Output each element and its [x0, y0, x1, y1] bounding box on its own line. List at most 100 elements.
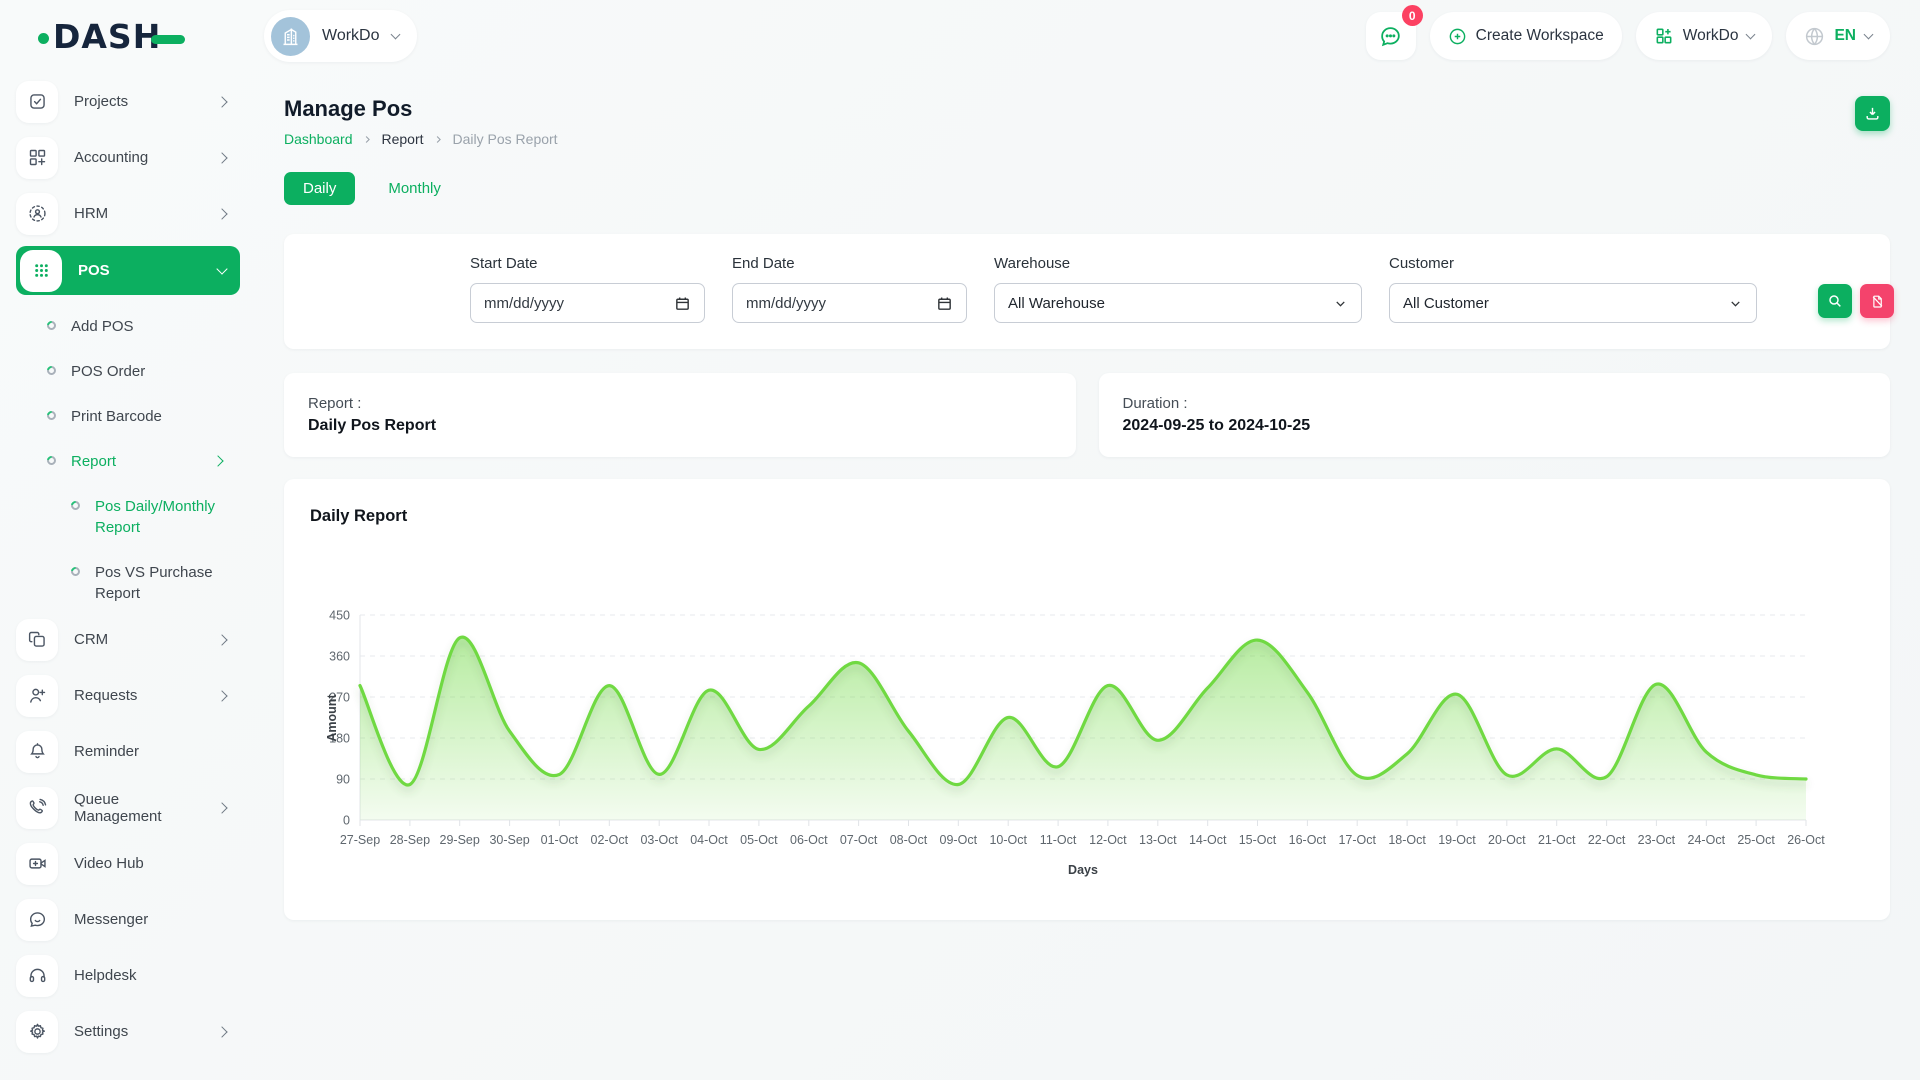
- end-date-field: End Date mm/dd/yyyy: [732, 255, 967, 323]
- customer-field: Customer All Customer: [1389, 255, 1757, 323]
- search-button[interactable]: [1818, 284, 1852, 318]
- phone-call-icon: [16, 787, 58, 829]
- sidebar-item-requests[interactable]: Requests: [16, 672, 240, 719]
- svg-text:01-Oct: 01-Oct: [541, 833, 579, 847]
- messages-button[interactable]: 0: [1366, 12, 1416, 60]
- sidebar-item-label: Reminder: [74, 743, 230, 760]
- end-date-input[interactable]: mm/dd/yyyy: [732, 283, 967, 323]
- sidebar-subitem-label: Print Barcode: [71, 406, 236, 427]
- notification-badge: 0: [1402, 5, 1423, 26]
- sidebar-item-pos-vs-purchase-report[interactable]: Pos VS Purchase Report: [16, 550, 264, 616]
- sidebar-item-reminder[interactable]: Reminder: [16, 728, 240, 775]
- breadcrumb-dashboard[interactable]: Dashboard: [284, 131, 353, 147]
- sidebar-item-print-barcode[interactable]: Print Barcode: [16, 394, 264, 439]
- warehouse-select[interactable]: All Warehouse: [994, 283, 1362, 323]
- reset-button[interactable]: [1860, 284, 1894, 318]
- chevron-right-icon: [212, 455, 223, 466]
- sidebar-item-hrm[interactable]: HRM: [16, 190, 240, 237]
- sidebar-item-queue-management[interactable]: Queue Management: [16, 784, 240, 831]
- sidebar-item-pos-daily-monthly-report[interactable]: Pos Daily/Monthly Report: [16, 484, 264, 550]
- report-mode-tabs: Daily Monthly: [284, 172, 1890, 205]
- warehouse-label: Warehouse: [994, 255, 1362, 272]
- sidebar: Projects Accounting HRM POS Add POSPOS Order…: [0, 72, 264, 1080]
- download-button[interactable]: [1855, 96, 1890, 131]
- warehouse-value: All Warehouse: [1008, 295, 1333, 312]
- sidebar-item-projects[interactable]: Projects: [16, 78, 240, 125]
- chevron-down-icon: [1864, 29, 1874, 39]
- svg-text:21-Oct: 21-Oct: [1538, 833, 1576, 847]
- start-date-input[interactable]: mm/dd/yyyy: [470, 283, 705, 323]
- dash-logo[interactable]: DASH: [38, 17, 264, 56]
- tab-monthly[interactable]: Monthly: [369, 172, 460, 205]
- sidebar-item-pos[interactable]: POS: [16, 246, 240, 295]
- end-date-label: End Date: [732, 255, 967, 272]
- sidebar-item-pos-order[interactable]: POS Order: [16, 349, 264, 394]
- y-axis-title: Amount: [325, 694, 339, 742]
- sidebar-item-label: Helpdesk: [74, 967, 230, 984]
- chevron-down-icon: [216, 263, 227, 274]
- end-date-placeholder: mm/dd/yyyy: [746, 295, 936, 312]
- sidebar-item-report[interactable]: Report: [16, 439, 264, 484]
- chart-card: Daily Report 09018027036045027-Sep28-Sep…: [284, 479, 1890, 920]
- svg-text:26-Oct: 26-Oct: [1787, 833, 1825, 847]
- checkbox-icon: [16, 81, 58, 123]
- svg-text:90: 90: [336, 773, 350, 787]
- sidebar-item-label: Settings: [74, 1023, 202, 1040]
- sidebar-item-label: Accounting: [74, 149, 202, 166]
- sidebar-item-label: Video Hub: [74, 855, 230, 872]
- breadcrumb-daily-pos-report: Daily Pos Report: [453, 131, 558, 147]
- language-selector[interactable]: EN: [1786, 12, 1890, 60]
- headset-icon: [16, 955, 58, 997]
- svg-text:19-Oct: 19-Oct: [1438, 833, 1476, 847]
- sidebar-item-accounting[interactable]: Accounting: [16, 134, 240, 181]
- calendar-icon: [936, 295, 953, 312]
- bullet-icon: [69, 565, 82, 578]
- svg-text:02-Oct: 02-Oct: [591, 833, 629, 847]
- customer-value: All Customer: [1403, 295, 1728, 312]
- breadcrumb-separator-icon: [433, 134, 444, 145]
- breadcrumb-report[interactable]: Report: [382, 131, 424, 147]
- svg-text:07-Oct: 07-Oct: [840, 833, 878, 847]
- svg-text:12-Oct: 12-Oct: [1089, 833, 1127, 847]
- report-value: Daily Pos Report: [308, 417, 1052, 435]
- sidebar-subitem-label: Pos Daily/Monthly Report: [95, 496, 223, 538]
- svg-text:360: 360: [329, 650, 350, 664]
- calendar-icon: [674, 295, 691, 312]
- download-icon: [1864, 105, 1881, 122]
- sidebar-item-crm[interactable]: CRM: [16, 616, 240, 663]
- logo-text: DASH: [53, 17, 161, 56]
- chevron-down-icon: [390, 29, 400, 39]
- chevron-right-icon: [216, 690, 227, 701]
- svg-text:15-Oct: 15-Oct: [1239, 833, 1277, 847]
- duration-value: 2024-09-25 to 2024-10-25: [1123, 417, 1867, 435]
- tab-daily[interactable]: Daily: [284, 172, 355, 205]
- svg-text:03-Oct: 03-Oct: [640, 833, 678, 847]
- create-workspace-button[interactable]: Create Workspace: [1430, 12, 1622, 60]
- customer-select[interactable]: All Customer: [1389, 283, 1757, 323]
- chevron-right-icon: [216, 634, 227, 645]
- warehouse-field: Warehouse All Warehouse: [994, 255, 1362, 323]
- report-card: Report : Daily Pos Report: [284, 373, 1076, 457]
- breadcrumb-separator-icon: [362, 134, 373, 145]
- svg-text:0: 0: [343, 814, 350, 828]
- workdo-menu-label: WorkDo: [1683, 27, 1739, 45]
- bullet-icon: [69, 499, 82, 512]
- sidebar-item-messenger[interactable]: Messenger: [16, 896, 240, 943]
- user-plus-icon: [16, 675, 58, 717]
- svg-text:450: 450: [329, 609, 350, 623]
- chevron-down-icon: [1728, 296, 1743, 311]
- language-label: EN: [1834, 27, 1856, 45]
- workdo-menu-button[interactable]: WorkDo: [1636, 12, 1773, 60]
- gear-icon: [16, 1011, 58, 1053]
- workspace-selector[interactable]: WorkDo: [264, 10, 417, 62]
- svg-text:28-Sep: 28-Sep: [390, 833, 430, 847]
- sidebar-item-add-pos[interactable]: Add POS: [16, 304, 264, 349]
- sidebar-item-helpdesk[interactable]: Helpdesk: [16, 952, 240, 999]
- report-summary-row: Report : Daily Pos Report Duration : 202…: [284, 373, 1890, 457]
- sidebar-item-video-hub[interactable]: Video Hub: [16, 840, 240, 887]
- svg-text:10-Oct: 10-Oct: [989, 833, 1027, 847]
- sidebar-item-label: Queue Management: [74, 791, 202, 825]
- bell-icon: [16, 731, 58, 773]
- svg-text:30-Sep: 30-Sep: [489, 833, 529, 847]
- sidebar-item-settings[interactable]: Settings: [16, 1008, 240, 1055]
